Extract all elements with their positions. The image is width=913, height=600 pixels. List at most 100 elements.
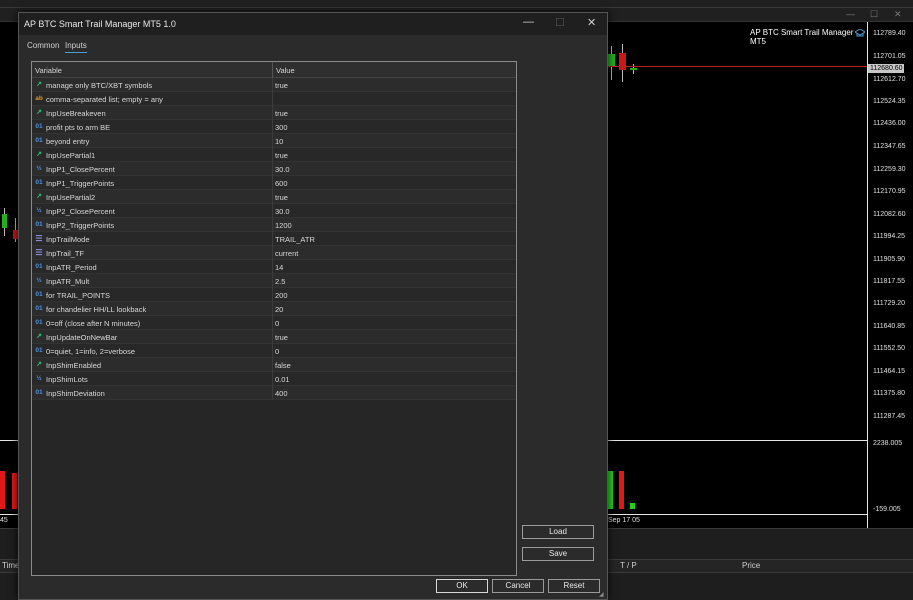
param-row[interactable]: 01 InpP1_TriggerPoints 600 — [32, 176, 516, 190]
expert-properties-dialog: AP BTC Smart Trail Manager MT5 1.0 — ☐ ✕… — [18, 12, 608, 600]
price-label: 111375.80 — [873, 390, 906, 397]
tab-inputs[interactable]: Inputs — [65, 41, 87, 53]
param-value[interactable]: true — [275, 109, 288, 118]
param-row[interactable]: ↗ InpShimEnabled false — [32, 358, 516, 372]
cell-separator — [272, 274, 273, 288]
param-row[interactable]: ½ InpATR_Mult 2.5 — [32, 274, 516, 288]
enum-icon: ☰ — [35, 234, 43, 243]
cell-separator — [272, 302, 273, 316]
column-value[interactable]: Value — [276, 66, 295, 75]
param-row[interactable]: ☰ InpTrailMode TRAIL_ATR — [32, 232, 516, 246]
param-value[interactable]: 200 — [275, 291, 288, 300]
int-icon: 01 — [35, 319, 43, 326]
column-separator[interactable] — [272, 62, 273, 78]
save-button[interactable]: Save — [522, 547, 594, 561]
cell-separator — [272, 386, 273, 400]
column-variable[interactable]: Variable — [35, 66, 62, 75]
cancel-button[interactable]: Cancel — [492, 579, 544, 593]
param-name: profit pts to arm BE — [46, 123, 111, 132]
column-price[interactable]: Price — [742, 561, 760, 570]
param-name: InpUseBreakeven — [46, 109, 106, 118]
price-label: 112701.05 — [873, 53, 906, 60]
close-icon[interactable]: ✕ — [587, 16, 596, 29]
column-time[interactable]: Time — [2, 561, 19, 570]
param-row[interactable]: ↗ InpUpdateOnNewBar true — [32, 330, 516, 344]
param-value[interactable]: true — [275, 193, 288, 202]
param-value[interactable]: true — [275, 81, 288, 90]
load-button[interactable]: Load — [522, 525, 594, 539]
histogram-bar — [619, 471, 624, 509]
cell-separator — [272, 92, 273, 106]
param-value[interactable]: 20 — [275, 305, 283, 314]
param-row[interactable]: ab comma-separated list; empty = any — [32, 92, 516, 106]
param-name: InpTrail_TF — [46, 249, 85, 258]
price-label: 111994.25 — [873, 233, 906, 240]
enum-icon: ☰ — [35, 248, 43, 257]
param-row[interactable]: 01 profit pts to arm BE 300 — [32, 120, 516, 134]
param-value[interactable]: true — [275, 151, 288, 160]
param-name: manage only BTC/XBT symbols — [46, 81, 153, 90]
param-row[interactable]: ↗ manage only BTC/XBT symbols true — [32, 78, 516, 92]
dialog-titlebar[interactable]: AP BTC Smart Trail Manager MT5 1.0 — ☐ ✕ — [19, 13, 607, 35]
price-label: 112259.30 — [873, 166, 906, 173]
histogram-bar — [608, 471, 613, 509]
param-value[interactable]: current — [275, 249, 298, 258]
param-row[interactable]: 01 for TRAIL_POINTS 200 — [32, 288, 516, 302]
param-value[interactable]: TRAIL_ATR — [275, 235, 315, 244]
histogram-bar — [0, 471, 5, 509]
param-row[interactable]: 01 0=quiet, 1=info, 2=verbose 0 — [32, 344, 516, 358]
param-value[interactable]: 14 — [275, 263, 283, 272]
ok-button[interactable]: OK — [436, 579, 488, 593]
param-value[interactable]: 0 — [275, 347, 279, 356]
param-row[interactable]: 01 InpP2_TriggerPoints 1200 — [32, 218, 516, 232]
param-row[interactable]: 01 for chandelier HH/LL lookback 20 — [32, 302, 516, 316]
candle-body — [630, 68, 637, 70]
histogram-bar — [12, 473, 17, 509]
param-value[interactable]: 30.0 — [275, 165, 290, 174]
param-row[interactable]: ½ InpP2_ClosePercent 30.0 — [32, 204, 516, 218]
param-value[interactable]: 600 — [275, 179, 288, 188]
param-row[interactable]: ☰ InpTrail_TF current — [32, 246, 516, 260]
param-row[interactable]: 01 InpShimDeviation 400 — [32, 386, 516, 400]
param-name: InpP2_ClosePercent — [46, 207, 115, 216]
param-value[interactable]: 2.5 — [275, 277, 285, 286]
param-row[interactable]: ½ InpP1_ClosePercent 30.0 — [32, 162, 516, 176]
param-row[interactable]: 01 beyond entry 10 — [32, 134, 516, 148]
param-value[interactable]: 0.01 — [275, 375, 290, 384]
param-row[interactable]: ½ InpShimLots 0.01 — [32, 372, 516, 386]
param-row[interactable]: 01 InpATR_Period 14 — [32, 260, 516, 274]
param-value[interactable]: 30.0 — [275, 207, 290, 216]
time-label: 45 — [0, 517, 8, 524]
minimize-icon[interactable]: — — [523, 16, 534, 28]
terminal-close-icon[interactable]: ✕ — [894, 9, 902, 20]
terminal-maximize-icon[interactable]: ☐ — [870, 9, 878, 20]
terminal-minimize-icon[interactable]: — — [846, 9, 855, 19]
param-row[interactable]: ↗ InpUsePartial1 true — [32, 148, 516, 162]
price-label: 111552.50 — [873, 345, 906, 352]
cell-separator — [272, 162, 273, 176]
param-value[interactable]: 0 — [275, 319, 279, 328]
param-value[interactable]: false — [275, 361, 291, 370]
param-value[interactable]: 400 — [275, 389, 288, 398]
cell-separator — [272, 330, 273, 344]
param-row[interactable]: 01 0=off (close after N minutes) 0 — [32, 316, 516, 330]
reset-button[interactable]: Reset — [548, 579, 600, 593]
param-name: 0=off (close after N minutes) — [46, 319, 141, 328]
param-value[interactable]: 1200 — [275, 221, 292, 230]
cell-separator — [272, 106, 273, 120]
column-tp[interactable]: T / P — [620, 561, 637, 570]
param-row[interactable]: ↗ InpUsePartial2 true — [32, 190, 516, 204]
tab-common[interactable]: Common — [27, 41, 59, 50]
param-value[interactable]: true — [275, 333, 288, 342]
cell-separator — [272, 358, 273, 372]
resize-grip-icon[interactable]: ◢ — [599, 591, 606, 598]
int-icon: 01 — [35, 305, 43, 312]
param-row[interactable]: ↗ InpUseBreakeven true — [32, 106, 516, 120]
param-value[interactable]: 300 — [275, 123, 288, 132]
param-value[interactable]: 10 — [275, 137, 283, 146]
price-axis[interactable]: 112680.60 112789.40 112701.05 112612.70 … — [867, 22, 913, 528]
int-icon: 01 — [35, 123, 43, 130]
price-label: 112436.00 — [873, 120, 906, 127]
inputs-grid[interactable]: Variable Value ↗ manage only BTC/XBT symb… — [31, 61, 517, 576]
double-icon: ½ — [36, 165, 42, 172]
